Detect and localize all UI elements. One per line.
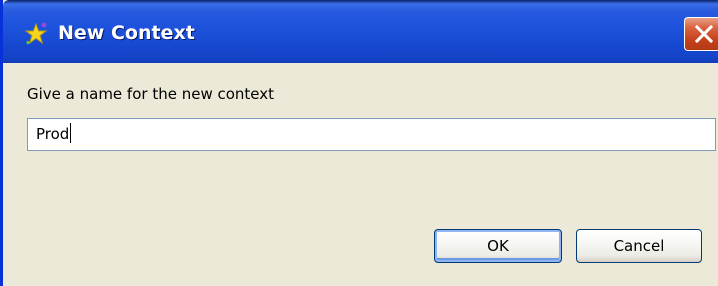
close-button[interactable] <box>684 17 718 51</box>
window-title: New Context <box>58 22 195 44</box>
new-context-dialog: New Context Give a name for the new cont… <box>0 0 718 286</box>
ok-button[interactable]: OK <box>434 229 562 263</box>
close-icon <box>694 24 714 44</box>
dialog-body: Give a name for the new context Prod OK … <box>6 63 718 286</box>
title-bar[interactable]: New Context <box>3 0 718 63</box>
context-name-value: Prod <box>36 125 70 143</box>
context-name-input[interactable]: Prod <box>27 118 716 151</box>
prompt-label: Give a name for the new context <box>27 85 275 103</box>
sparkle-star-icon <box>24 22 48 45</box>
text-caret <box>70 123 72 143</box>
cancel-button[interactable]: Cancel <box>576 229 702 263</box>
